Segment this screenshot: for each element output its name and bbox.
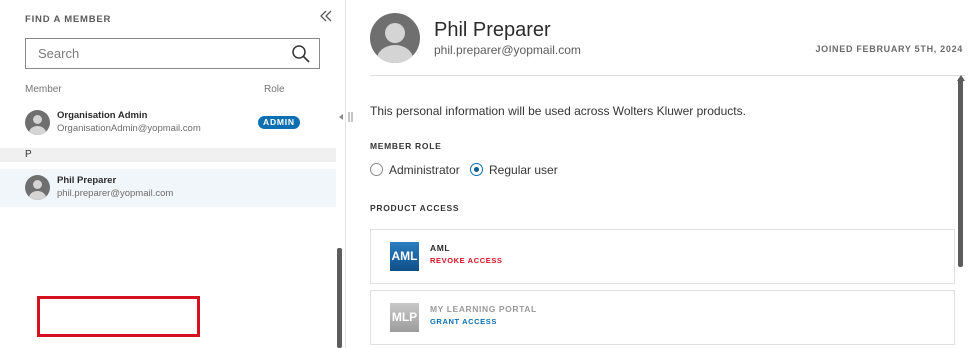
radio-label: Administrator: [389, 163, 460, 177]
radio-administrator[interactable]: Administrator: [370, 163, 460, 177]
avatar: [25, 110, 50, 135]
aml-logo-icon: AML: [390, 242, 419, 271]
search-input[interactable]: [26, 39, 286, 68]
product-card-mlp: MLP MY LEARNING PORTAL GRANT ACCESS: [370, 290, 955, 345]
radio-regular-user[interactable]: Regular user: [470, 163, 558, 177]
radio-label: Regular user: [489, 163, 558, 177]
member-name: Organisation Admin: [57, 110, 148, 121]
scroll-up-icon[interactable]: [957, 68, 965, 81]
search-icon[interactable]: [291, 44, 311, 64]
group-letter-header: P: [0, 148, 336, 162]
header-divider: [370, 75, 965, 76]
member-role-title: MEMBER ROLE: [370, 141, 442, 151]
member-row-organisation-admin[interactable]: Organisation Admin OrganisationAdmin@yop…: [0, 104, 336, 142]
info-text: This personal information will be used a…: [370, 104, 746, 118]
left-scrollbar[interactable]: [337, 248, 342, 348]
product-access-title: PRODUCT ACCESS: [370, 203, 460, 213]
product-name: AML: [430, 243, 451, 253]
member-email: phil.preparer@yopmail.com: [57, 188, 174, 199]
column-header-member: Member: [25, 84, 62, 95]
avatar: [25, 175, 50, 200]
product-name: MY LEARNING PORTAL: [430, 304, 537, 314]
highlight-box: [37, 296, 200, 337]
right-scrollbar[interactable]: [958, 78, 963, 267]
collapse-panel-icon[interactable]: [318, 8, 334, 24]
profile-email: phil.preparer@yopmail.com: [434, 43, 581, 57]
profile-name: Phil Preparer: [434, 19, 551, 41]
revoke-access-link[interactable]: REVOKE ACCESS: [430, 256, 503, 265]
radio-unchecked-icon: [370, 163, 383, 176]
radio-checked-icon: [470, 163, 483, 176]
product-card-aml: AML AML REVOKE ACCESS: [370, 229, 955, 284]
member-name: Phil Preparer: [57, 175, 117, 186]
member-detail-panel: Phil Preparer phil.preparer@yopmail.com …: [346, 0, 975, 348]
grant-access-link[interactable]: GRANT ACCESS: [430, 317, 497, 326]
search-box: [25, 38, 320, 69]
member-email: OrganisationAdmin@yopmail.com: [57, 123, 201, 134]
joined-date: JOINED FEBRUARY 5TH, 2024: [815, 44, 963, 54]
find-member-title: FIND A MEMBER: [25, 14, 112, 25]
mlp-logo-icon: MLP: [390, 303, 419, 332]
admin-role-badge: ADMIN: [258, 116, 300, 129]
column-header-role: Role: [264, 84, 285, 95]
member-row-phil-preparer[interactable]: Phil Preparer phil.preparer@yopmail.com: [0, 169, 336, 207]
profile-avatar: [370, 13, 420, 63]
